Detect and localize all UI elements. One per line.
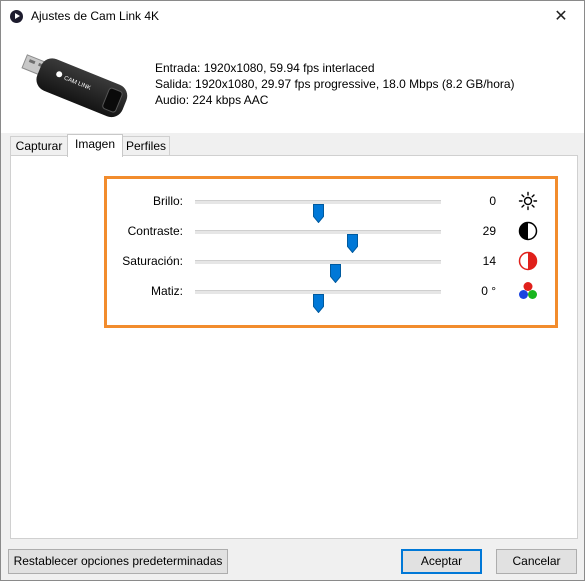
slider-thumb[interactable] (313, 294, 324, 313)
saturation-row: Saturación: 14 (107, 249, 555, 283)
output-info: Salida: 1920x1080, 29.97 fps progressive… (155, 77, 515, 91)
reset-defaults-button[interactable]: Restablecer opciones predeterminadas (8, 549, 228, 574)
saturation-label: Saturación: (122, 254, 183, 268)
image-settings-panel: Brillo: 0 Contraste: 29 Saturación: 14 M… (10, 155, 578, 539)
accept-button[interactable]: Aceptar (401, 549, 482, 574)
contrast-value: 29 (482, 224, 496, 238)
brightness-slider[interactable] (195, 200, 441, 223)
cam-link-device-image: CAM LINK (21, 54, 128, 118)
tab-capturar[interactable]: Capturar (10, 136, 68, 156)
input-info: Entrada: 1920x1080, 59.94 fps interlaced (155, 61, 375, 75)
audio-info: Audio: 224 kbps AAC (155, 93, 269, 107)
device-info-area: CAM LINK Entrada: 1920x1080, 59.94 fps i… (1, 32, 584, 133)
title-bar: Ajustes de Cam Link 4K ✕ (1, 1, 584, 32)
hue-icon (519, 282, 537, 299)
hue-slider[interactable] (195, 290, 441, 313)
sun-icon (518, 191, 538, 211)
cancel-button[interactable]: Cancelar (496, 549, 577, 574)
saturation-slider[interactable] (195, 260, 441, 283)
contrast-label: Contraste: (127, 224, 183, 238)
hue-row: Matiz: 0 ° (107, 279, 555, 313)
brightness-value: 0 (489, 194, 496, 208)
hue-label: Matiz: (150, 284, 183, 298)
tab-perfiles[interactable]: Perfiles (122, 136, 170, 156)
stream-info: Entrada: 1920x1080, 59.94 fps interlaced… (155, 60, 515, 108)
tab-imagen[interactable]: Imagen (67, 134, 123, 157)
brightness-label: Brillo: (152, 194, 183, 208)
contrast-icon (518, 221, 538, 241)
close-button[interactable]: ✕ (538, 1, 584, 32)
app-icon (10, 10, 23, 23)
contrast-slider[interactable] (195, 230, 441, 253)
hue-value: 0 ° (481, 284, 496, 298)
brightness-row: Brillo: 0 (107, 189, 555, 223)
saturation-icon (518, 251, 538, 271)
settings-window: Ajustes de Cam Link 4K ✕ CAM LINK Entrad… (0, 0, 585, 581)
saturation-value: 14 (482, 254, 496, 268)
adjustments-highlight-box: Brillo: 0 Contraste: 29 Saturación: 14 M… (104, 176, 558, 328)
contrast-row: Contraste: 29 (107, 219, 555, 253)
window-title: Ajustes de Cam Link 4K (31, 9, 160, 23)
